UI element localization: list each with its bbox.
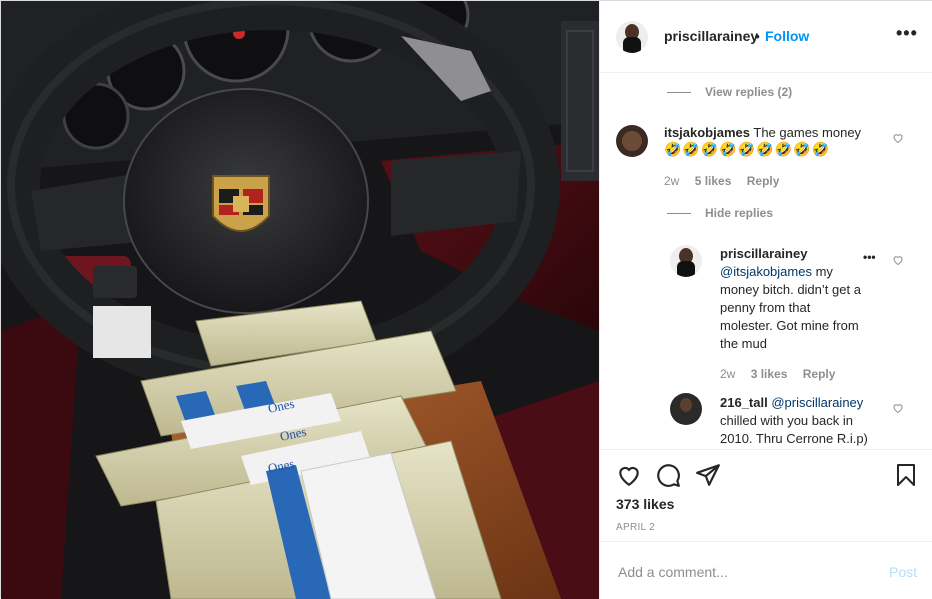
reply-text: molester. Got mine from <box>720 318 859 333</box>
more-options-button[interactable]: ••• <box>896 23 918 44</box>
dash-line <box>667 92 691 94</box>
post-window: Ones Ones Ones priscillarainey • Follow … <box>0 0 932 599</box>
comment-meta: 2w 5 likes Reply <box>664 174 791 188</box>
like-reply-heart-icon[interactable] <box>892 402 904 414</box>
post-photo: Ones Ones Ones <box>1 1 599 599</box>
hide-replies-toggle[interactable]: Hide replies <box>667 206 773 220</box>
post-date: APRIL 2 <box>616 522 655 533</box>
comment-time: 2w <box>664 174 680 188</box>
reply-body: 216_tall @priscillarainey chilled with y… <box>720 394 890 448</box>
avatar[interactable] <box>616 125 648 157</box>
comment-likes[interactable]: 5 likes <box>695 174 732 188</box>
reply-text: chilled with you back in <box>720 413 853 428</box>
mention-link[interactable]: @itsjakobjames <box>720 264 812 279</box>
emoji-laughing-row: 🤣🤣🤣🤣🤣🤣🤣🤣🤣 <box>664 141 830 157</box>
mention-link[interactable]: @priscillarainey <box>771 395 863 410</box>
car-interior-illustration: Ones Ones Ones <box>1 1 599 599</box>
dash-line <box>667 213 691 215</box>
post-actions: 373 likes APRIL 2 <box>600 449 932 541</box>
comments-list: View replies (2) itsjakobjames The games… <box>600 73 932 449</box>
avatar[interactable] <box>616 21 648 53</box>
reply-text: the mud <box>720 336 767 351</box>
reply-text: penny from that <box>720 300 811 315</box>
hide-replies-label: Hide replies <box>705 206 774 220</box>
bookmark-icon[interactable] <box>894 462 918 488</box>
view-replies-label: View replies (2) <box>705 85 793 99</box>
paper-plane-icon[interactable] <box>695 462 721 488</box>
reply-more-button[interactable]: ••• <box>863 250 876 264</box>
view-replies-toggle[interactable]: View replies (2) <box>667 85 792 99</box>
like-comment-heart-icon[interactable] <box>892 132 904 144</box>
reply-text: my <box>811 264 833 279</box>
reply-button[interactable]: Reply <box>803 367 836 381</box>
add-comment-bar: Post <box>600 541 932 599</box>
reply-likes[interactable]: 3 likes <box>751 367 788 381</box>
reply-username[interactable]: 216_tall <box>720 395 768 410</box>
comment-text: The games money <box>753 125 862 140</box>
post-sidebar: priscillarainey • Follow ••• View replie… <box>599 1 932 599</box>
like-reply-heart-icon[interactable] <box>892 254 904 266</box>
follow-button[interactable]: Follow <box>765 28 809 44</box>
avatar[interactable] <box>670 393 702 425</box>
reply-meta: 2w 3 likes Reply <box>720 367 847 381</box>
separator-dot: • <box>755 28 760 44</box>
reply-text: 2010. Thru Cerrone R.i.p) <box>720 431 868 446</box>
post-author-username[interactable]: priscillarainey <box>664 28 758 44</box>
porsche-badge <box>212 175 270 232</box>
reply-time: 2w <box>720 367 736 381</box>
comment-input[interactable] <box>616 560 870 584</box>
heart-icon[interactable] <box>616 462 642 488</box>
likes-count[interactable]: 373 likes <box>616 496 674 512</box>
post-header: priscillarainey • Follow ••• <box>600 1 932 73</box>
comment-body: itsjakobjames The games money <box>664 124 904 142</box>
comment-icon[interactable] <box>655 462 681 488</box>
reply-username[interactable]: priscillarainey <box>720 246 807 261</box>
avatar[interactable] <box>670 245 702 277</box>
reply-button[interactable]: Reply <box>747 174 780 188</box>
comment-username[interactable]: itsjakobjames <box>664 125 750 140</box>
post-comment-button[interactable]: Post <box>889 564 917 580</box>
reply-text: money bitch. didn’t get a <box>720 282 861 297</box>
